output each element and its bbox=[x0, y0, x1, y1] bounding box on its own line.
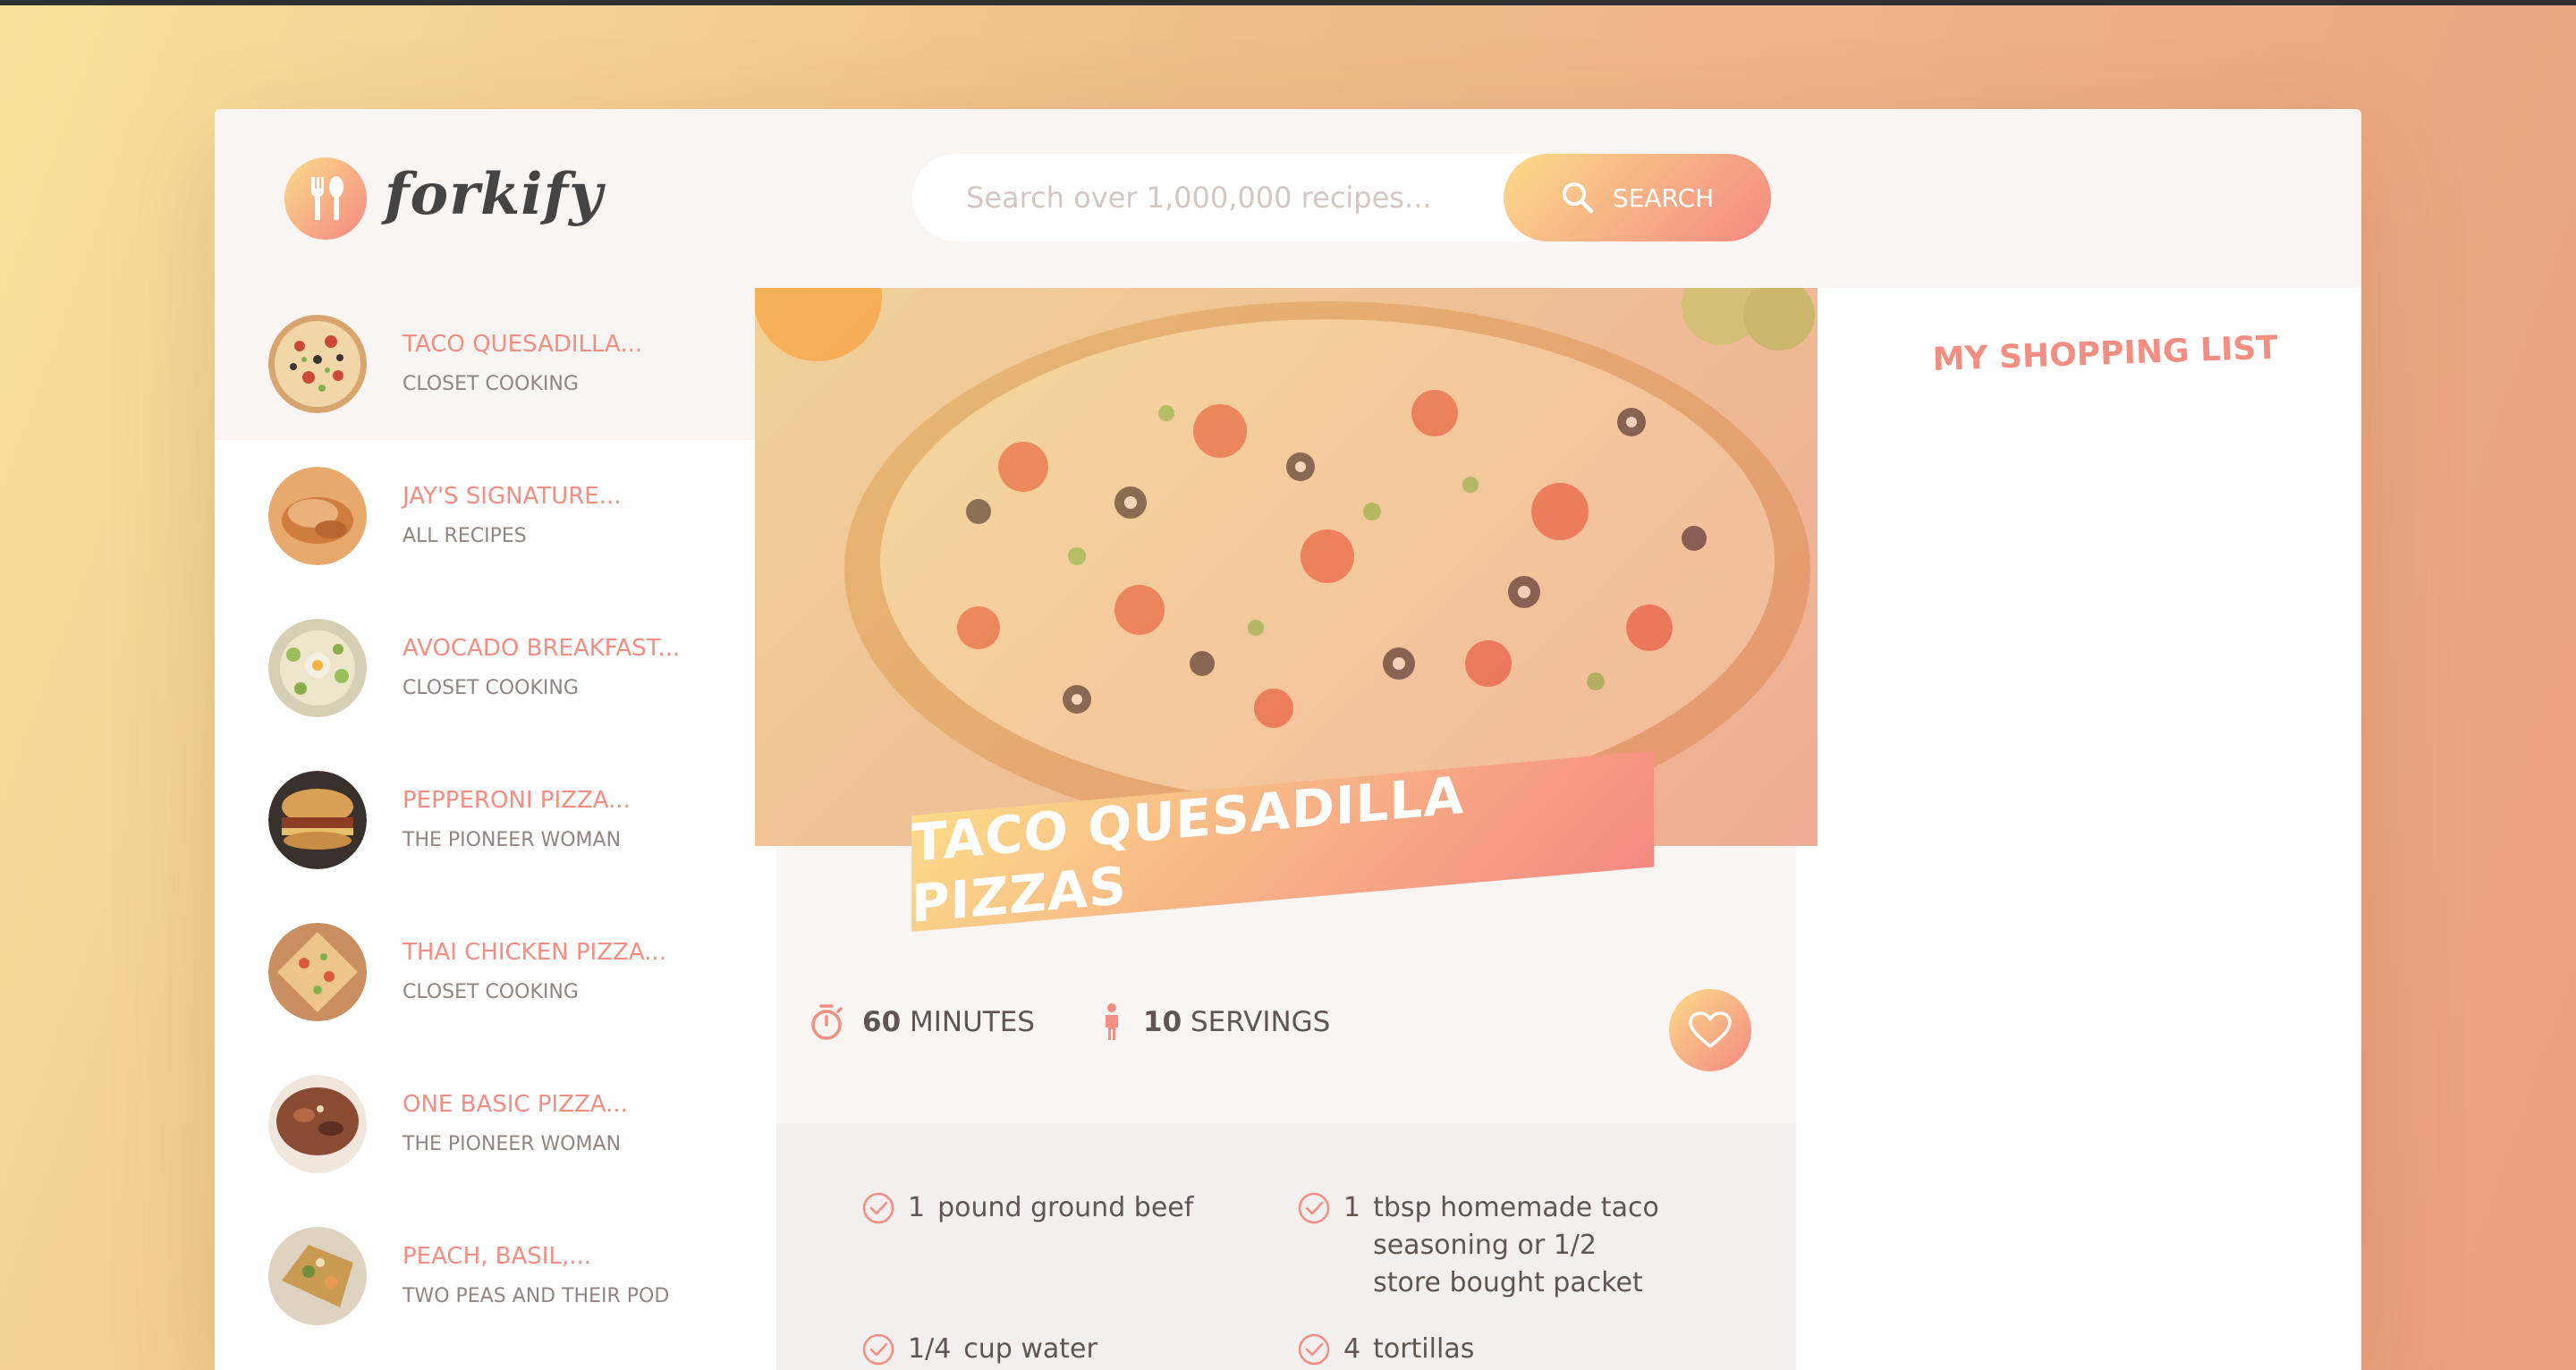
photo-overlay bbox=[755, 288, 1818, 846]
check-icon bbox=[1298, 1192, 1330, 1224]
search-button-label: SEARCH bbox=[1612, 182, 1715, 213]
result-title: JAY'S SIGNATURE... bbox=[402, 483, 622, 510]
bookmark-button[interactable] bbox=[1669, 989, 1751, 1071]
person-icon bbox=[1106, 1003, 1118, 1040]
servings-unit: SERVINGS bbox=[1191, 1006, 1331, 1038]
window-top-bar bbox=[0, 0, 2576, 5]
result-item[interactable]: JAY'S SIGNATURE... ALL RECIPES bbox=[215, 440, 755, 592]
result-title: PEPPERONI PIZZA... bbox=[402, 787, 631, 814]
result-image bbox=[268, 467, 367, 565]
recipe-servings: 10 SERVINGS bbox=[1098, 1002, 1330, 1042]
recipe-photo bbox=[755, 288, 1818, 846]
app-container: forkify SEARCH bbox=[215, 109, 2361, 1370]
result-publisher: THE PIONEER WOMAN bbox=[402, 1133, 622, 1155]
result-title: AVOCADO BREAKFAST... bbox=[402, 635, 681, 662]
ingredient-count: 1/4 bbox=[908, 1333, 952, 1365]
shopping-list-title: MY SHOPPING LIST bbox=[1932, 329, 2279, 378]
result-publisher: TWO PEAS AND THEIR POD bbox=[402, 1285, 670, 1307]
stopwatch-icon bbox=[811, 1004, 843, 1040]
result-image bbox=[268, 771, 367, 869]
result-item[interactable]: AVOCADO BREAKFAST... CLOSET COOKING bbox=[215, 592, 755, 744]
result-title: PEACH, BASIL,... bbox=[402, 1243, 592, 1270]
logo-text: forkify bbox=[385, 161, 604, 228]
logo[interactable] bbox=[284, 157, 367, 240]
result-title: THAI CHICKEN PIZZA... bbox=[402, 939, 666, 966]
result-item[interactable]: PEPPERONI PIZZA... THE PIONEER WOMAN bbox=[215, 744, 755, 896]
header: forkify SEARCH bbox=[215, 109, 2361, 288]
recipe: 60 MINUTES 10 SERVINGS TACO QUESADILLA P… bbox=[755, 288, 1825, 1370]
ingredient-item: 1/4 cup water bbox=[861, 1331, 1237, 1368]
result-publisher: CLOSET COOKING bbox=[402, 981, 579, 1003]
shopping-list: MY SHOPPING LIST bbox=[1825, 288, 2361, 1370]
ingredient-item: 1 pound ground beef bbox=[861, 1189, 1237, 1227]
result-image bbox=[268, 1227, 367, 1325]
result-item[interactable]: THAI CHICKEN PIZZA... CLOSET COOKING bbox=[215, 896, 755, 1048]
result-image bbox=[268, 619, 367, 717]
ingredient-text: tortillas bbox=[1373, 1333, 1475, 1365]
fork-knife-icon bbox=[311, 176, 343, 220]
result-image bbox=[268, 923, 367, 1021]
ingredient-item: 1 tbsp homemade taco seasoning or 1/2 st… bbox=[1297, 1189, 1673, 1302]
search-form: SEARCH bbox=[912, 154, 1771, 241]
result-item[interactable]: PEACH, BASIL,... TWO PEAS AND THEIR POD bbox=[215, 1200, 755, 1352]
heart-icon bbox=[1689, 1011, 1732, 1048]
result-publisher: ALL RECIPES bbox=[402, 525, 527, 547]
check-icon bbox=[862, 1192, 894, 1224]
ingredient-count: 4 bbox=[1343, 1333, 1361, 1365]
result-image bbox=[268, 315, 367, 413]
search-button[interactable]: SEARCH bbox=[1504, 154, 1771, 241]
ingredients-list: 1 pound ground beef 1 tbsp homemade taco… bbox=[776, 1123, 1796, 1370]
result-publisher: THE PIONEER WOMAN bbox=[402, 829, 622, 851]
time-unit: MINUTES bbox=[910, 1006, 1035, 1038]
check-icon bbox=[1298, 1333, 1330, 1366]
result-item[interactable]: ONE BASIC PIZZA... THE PIONEER WOMAN bbox=[215, 1048, 755, 1200]
result-item[interactable]: TACO QUESADILLA... CLOSET COOKING bbox=[215, 288, 755, 440]
time-value: 60 bbox=[862, 1006, 902, 1038]
search-results: TACO QUESADILLA... CLOSET COOKING JAY'S … bbox=[215, 288, 755, 1370]
recipe-time: 60 MINUTES bbox=[809, 1002, 1035, 1042]
search-icon bbox=[1562, 182, 1594, 214]
ingredient-count: 1 bbox=[1343, 1192, 1361, 1223]
ingredient-item: 4 tortillas bbox=[1297, 1331, 1673, 1368]
result-publisher: CLOSET COOKING bbox=[402, 373, 579, 395]
ingredient-text: pound ground beef bbox=[937, 1192, 1194, 1223]
search-input[interactable] bbox=[912, 154, 1521, 241]
result-image bbox=[268, 1075, 367, 1173]
check-icon bbox=[862, 1333, 894, 1366]
ingredient-text: cup water bbox=[963, 1333, 1097, 1365]
result-publisher: CLOSET COOKING bbox=[402, 677, 579, 699]
result-title: TACO QUESADILLA... bbox=[402, 331, 643, 358]
servings-value: 10 bbox=[1143, 1006, 1182, 1038]
ingredient-text: tbsp homemade taco seasoning or 1/2 stor… bbox=[1373, 1192, 1659, 1298]
ingredient-count: 1 bbox=[908, 1192, 926, 1223]
result-title: ONE BASIC PIZZA... bbox=[402, 1091, 628, 1118]
